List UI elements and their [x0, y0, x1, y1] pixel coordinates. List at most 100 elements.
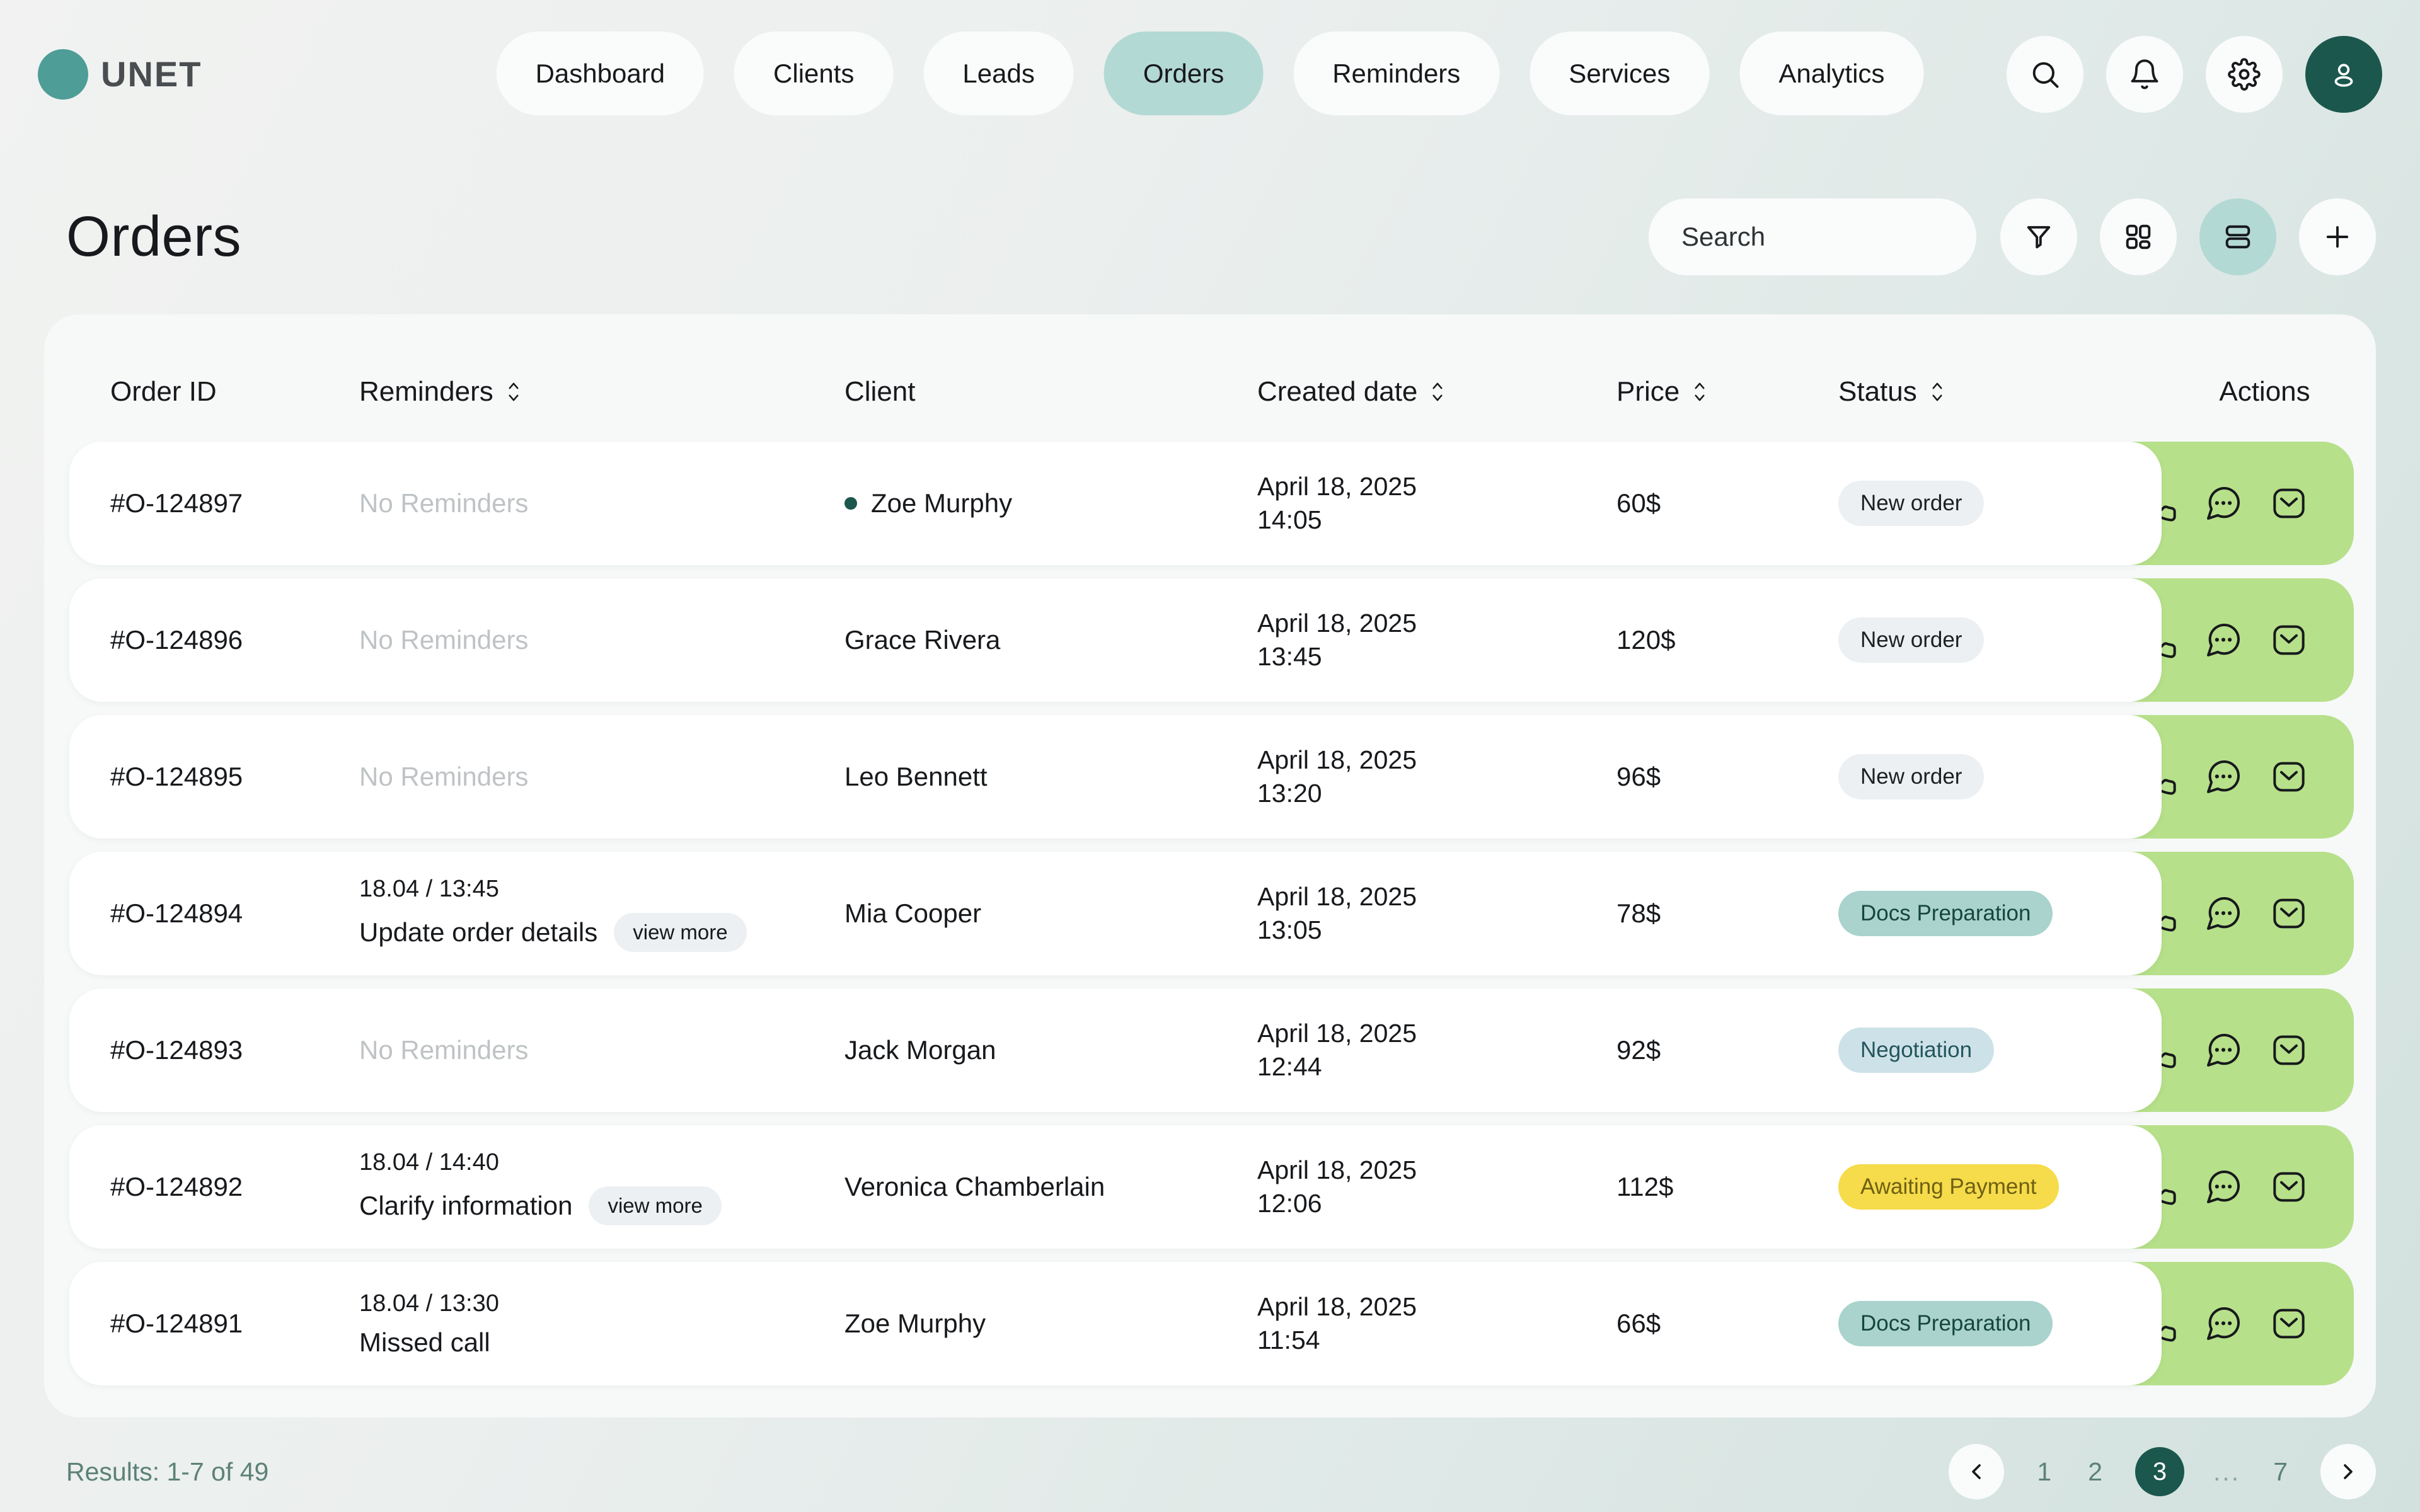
column-label: Client: [844, 376, 916, 408]
gear-icon: [2228, 58, 2261, 91]
nav-tab-services[interactable]: Services: [1530, 32, 1709, 115]
search-button[interactable]: [2007, 36, 2083, 113]
page-title: Orders: [66, 205, 241, 270]
order-row-card[interactable]: #O-124892 18.04 / 14:40Clarify informati…: [69, 1125, 2162, 1249]
column-header-created-date[interactable]: Created date: [1257, 376, 1616, 408]
chat-icon: [2203, 483, 2244, 524]
client-name: Veronica Chamberlain: [844, 1172, 1105, 1202]
mail-icon: [2269, 1030, 2309, 1070]
column-header-reminders[interactable]: Reminders: [359, 376, 844, 408]
search-input[interactable]: [1680, 221, 2024, 253]
order-row-card[interactable]: #O-124893 No Reminders Jack Morgan April…: [69, 988, 2162, 1112]
email-button[interactable]: [2269, 1303, 2309, 1344]
column-label: Price: [1616, 376, 1680, 408]
email-button[interactable]: [2269, 1167, 2309, 1207]
chat-button[interactable]: [2203, 893, 2244, 934]
settings-button[interactable]: [2206, 36, 2283, 113]
view-more-button[interactable]: view more: [614, 913, 746, 952]
table-row: #O-124896 No Reminders Grace Rivera Apri…: [69, 578, 2354, 702]
reminder-cell: 18.04 / 13:30Missed call: [359, 1290, 844, 1358]
client-cell: Veronica Chamberlain: [844, 1172, 1257, 1202]
no-reminders-label: No Reminders: [359, 762, 528, 791]
chat-button[interactable]: [2203, 757, 2244, 797]
user-icon: [2327, 58, 2360, 91]
column-label: Created date: [1257, 376, 1417, 408]
sort-icon: [505, 379, 522, 405]
price-cell: 78$: [1616, 898, 1838, 929]
order-row-card[interactable]: #O-124896 No Reminders Grace Rivera Apri…: [69, 578, 2162, 702]
client-name: Zoe Murphy: [871, 488, 1012, 518]
status-cell: New order: [1838, 481, 2162, 526]
column-header-price[interactable]: Price: [1616, 376, 1838, 408]
order-row-card[interactable]: #O-124897 No Reminders Zoe Murphy April …: [69, 442, 2162, 565]
chat-button[interactable]: [2203, 620, 2244, 660]
column-header-client: Client: [844, 376, 1257, 408]
client-cell: Mia Cooper: [844, 898, 1257, 929]
top-bar: UNET DashboardClientsLeadsOrdersReminder…: [0, 0, 2420, 117]
view-more-button[interactable]: view more: [589, 1186, 721, 1225]
page-button-7[interactable]: 7: [2269, 1457, 2291, 1487]
reminder-cell: No Reminders: [359, 488, 844, 518]
status-cell: Awaiting Payment: [1838, 1164, 2162, 1210]
page-button-2[interactable]: 2: [2084, 1457, 2106, 1487]
status-cell: Docs Preparation: [1838, 891, 2162, 936]
email-button[interactable]: [2269, 483, 2309, 524]
client-name: Grace Rivera: [844, 625, 1000, 655]
page-button-3-active[interactable]: 3: [2135, 1447, 2184, 1496]
created-time: 13:20: [1257, 777, 1616, 810]
results-count: Results: 1-7 of 49: [66, 1457, 268, 1487]
next-page-button[interactable]: [2320, 1444, 2376, 1499]
created-date-cell: April 18, 202513:20: [1257, 743, 1616, 811]
status-cell: New order: [1838, 754, 2162, 799]
client-cell: Jack Morgan: [844, 1035, 1257, 1065]
chat-icon: [2203, 757, 2244, 797]
nav-tab-dashboard[interactable]: Dashboard: [497, 32, 704, 115]
chat-button[interactable]: [2203, 1167, 2244, 1207]
client-name: Mia Cooper: [844, 898, 981, 929]
prev-page-button[interactable]: [1949, 1444, 2004, 1499]
mail-icon: [2269, 1303, 2309, 1344]
table-row: #O-124895 No Reminders Leo Bennett April…: [69, 715, 2354, 839]
nav-tab-clients[interactable]: Clients: [734, 32, 893, 115]
chat-button[interactable]: [2203, 1030, 2244, 1070]
chevron-right-icon: [2336, 1459, 2361, 1484]
order-row-card[interactable]: #O-124891 18.04 / 13:30Missed call Zoe M…: [69, 1262, 2162, 1385]
created-date: April 18, 2025: [1257, 743, 1616, 777]
price-cell: 66$: [1616, 1309, 1838, 1339]
mail-icon: [2269, 893, 2309, 934]
reminder-cell: No Reminders: [359, 1035, 844, 1065]
reminder-text: Missed call: [359, 1327, 490, 1358]
list-view-button[interactable]: [2199, 198, 2276, 275]
order-row-card[interactable]: #O-124895 No Reminders Leo Bennett April…: [69, 715, 2162, 839]
nav-tab-orders[interactable]: Orders: [1104, 32, 1263, 115]
email-button[interactable]: [2269, 893, 2309, 934]
filter-button[interactable]: [2000, 198, 2077, 275]
nav-tab-leads[interactable]: Leads: [923, 32, 1073, 115]
add-order-button[interactable]: [2299, 198, 2376, 275]
nav-tab-reminders[interactable]: Reminders: [1293, 32, 1499, 115]
list-view-icon: [2221, 220, 2254, 253]
table-row: #O-124897 No Reminders Zoe Murphy April …: [69, 442, 2354, 565]
page-button-1[interactable]: 1: [2033, 1457, 2055, 1487]
email-button[interactable]: [2269, 757, 2309, 797]
chat-button[interactable]: [2203, 483, 2244, 524]
table-rows: #O-124897 No Reminders Zoe Murphy April …: [44, 434, 2376, 1385]
table-row: #O-124891 18.04 / 13:30Missed call Zoe M…: [69, 1262, 2354, 1385]
nav-tab-analytics[interactable]: Analytics: [1739, 32, 1923, 115]
column-header-status[interactable]: Status: [1838, 376, 2153, 408]
created-date: April 18, 2025: [1257, 470, 1616, 503]
online-dot: [844, 497, 857, 510]
email-button[interactable]: [2269, 620, 2309, 660]
chevron-left-icon: [1964, 1459, 1989, 1484]
main-nav: Dashboard Clients Leads Orders Reminders Serv…: [497, 32, 1924, 115]
profile-avatar[interactable]: [2305, 36, 2382, 113]
created-date-cell: April 18, 202513:05: [1257, 880, 1616, 948]
grid-view-button[interactable]: [2100, 198, 2177, 275]
created-date: April 18, 2025: [1257, 607, 1616, 640]
email-button[interactable]: [2269, 1030, 2309, 1070]
no-reminders-label: No Reminders: [359, 488, 528, 518]
status-cell: Negotiation: [1838, 1028, 2162, 1073]
chat-button[interactable]: [2203, 1303, 2244, 1344]
notifications-button[interactable]: [2106, 36, 2183, 113]
order-row-card[interactable]: #O-124894 18.04 / 13:45Update order deta…: [69, 852, 2162, 975]
